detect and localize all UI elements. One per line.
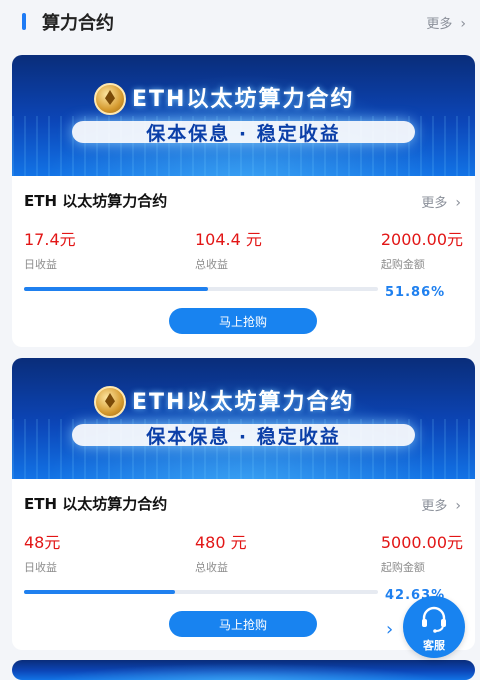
product-card[interactable]: ETH以太坊算力合约 保本保息 · 稳定收益 ETH 以太坊算力合约 更多 › 1… xyxy=(12,55,475,347)
sales-progress-bar xyxy=(24,590,378,594)
banner-slogan: 保本保息 · 稳定收益 xyxy=(146,123,341,145)
more-label: 更多 xyxy=(421,499,448,514)
product-name: ETH 以太坊算力合约 xyxy=(24,495,168,513)
section-header: 算力合约 更多 › xyxy=(0,0,480,44)
product-name: ETH 以太坊算力合约 xyxy=(24,192,168,210)
product-banner[interactable] xyxy=(12,660,475,680)
section-accent-bar xyxy=(22,13,26,30)
min-purchase-value: 2000.00元 xyxy=(380,230,463,249)
more-label: 更多 xyxy=(426,17,453,32)
banner-title: ETH以太坊算力合约 xyxy=(132,87,355,112)
min-purchase-value: 5000.00元 xyxy=(380,533,463,552)
chevron-right-icon: › xyxy=(455,195,461,211)
min-purchase-stat: 2000.00元 起购金额 xyxy=(381,226,463,272)
section-title: 算力合约 xyxy=(42,13,114,34)
min-purchase-label: 起购金额 xyxy=(380,258,425,271)
product-info: ETH 以太坊算力合约 更多 › 17.4元 日收益 104.4 元 总收益 20… xyxy=(12,176,475,347)
total-income-label: 总收益 xyxy=(195,561,228,574)
eth-coin-icon xyxy=(94,83,126,115)
banner-title: ETH以太坊算力合约 xyxy=(132,390,355,415)
product-more-link[interactable]: 更多 › xyxy=(421,192,461,211)
banner-slogan: 保本保息 · 稳定收益 xyxy=(146,426,341,448)
section-more-link[interactable]: 更多 › xyxy=(426,13,466,32)
total-income-value: 480 元 xyxy=(195,533,247,552)
sales-progress-fill xyxy=(24,287,208,291)
sales-progress-bar xyxy=(24,287,378,291)
total-income-value: 104.4 元 xyxy=(195,230,262,249)
daily-income-value: 17.4元 xyxy=(24,230,76,249)
buy-now-button[interactable]: 马上抢购 xyxy=(169,611,317,637)
more-label: 更多 xyxy=(421,196,448,211)
daily-income-label: 日收益 xyxy=(24,561,57,574)
chevron-right-icon[interactable]: › xyxy=(386,619,393,640)
daily-income-label: 日收益 xyxy=(24,258,57,271)
total-income-label: 总收益 xyxy=(195,258,228,271)
daily-income-stat: 17.4元 日收益 xyxy=(24,226,76,272)
product-banner[interactable]: ETH以太坊算力合约 保本保息 · 稳定收益 xyxy=(12,55,475,176)
sales-progress-text: 51.86% xyxy=(385,285,446,300)
product-card[interactable]: ETH以太坊算力合约 保本保息 · 稳定收益 ETH 以太坊算力合约 更多 › 4… xyxy=(12,358,475,650)
eth-coin-icon xyxy=(94,386,126,418)
total-income-stat: 104.4 元 总收益 xyxy=(195,226,262,272)
product-banner[interactable]: ETH以太坊算力合约 保本保息 · 稳定收益 xyxy=(12,358,475,479)
headset-icon xyxy=(422,606,446,633)
min-purchase-label: 起购金额 xyxy=(380,561,425,574)
daily-income-value: 48元 xyxy=(24,533,61,552)
chevron-right-icon: › xyxy=(455,498,461,514)
daily-income-stat: 48元 日收益 xyxy=(24,529,60,575)
product-card[interactable] xyxy=(12,660,475,680)
customer-service-button[interactable]: 客服 xyxy=(403,596,465,658)
chevron-right-icon: › xyxy=(460,16,466,32)
total-income-stat: 480 元 总收益 xyxy=(195,529,247,575)
min-purchase-stat: 5000.00元 起购金额 xyxy=(381,529,463,575)
buy-now-button[interactable]: 马上抢购 xyxy=(169,308,317,334)
customer-service-label: 客服 xyxy=(423,639,445,652)
product-more-link[interactable]: 更多 › xyxy=(421,495,461,514)
sales-progress-fill xyxy=(24,590,175,594)
